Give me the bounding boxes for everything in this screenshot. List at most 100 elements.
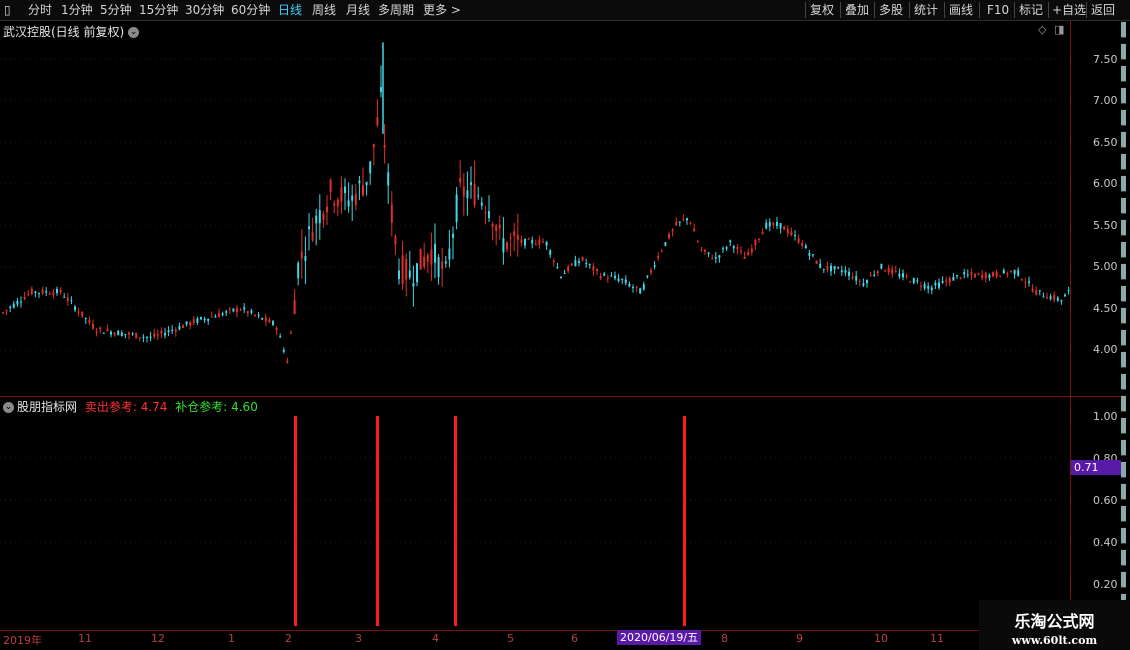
tab-daily[interactable]: 日线 <box>278 2 302 18</box>
add-watchlist-button[interactable]: +自选 <box>1052 2 1086 18</box>
price-label: 4.50 <box>1093 302 1118 315</box>
candle-body <box>318 210 321 224</box>
candle-body <box>750 248 753 253</box>
time-axis-line <box>0 630 1121 631</box>
draw-line-button[interactable]: 画线 <box>949 2 973 18</box>
candle-body <box>502 238 505 253</box>
candle-body <box>650 270 652 273</box>
time-label: 1 <box>228 632 235 645</box>
candle-body <box>160 330 163 334</box>
candle-body <box>45 291 48 293</box>
candle-body <box>473 183 476 206</box>
tab-30min[interactable]: 30分钟 <box>185 2 224 18</box>
candle-body <box>275 328 278 331</box>
candle-body <box>480 202 483 206</box>
tab-1min[interactable]: 1分钟 <box>61 2 93 18</box>
candle-body <box>639 288 642 294</box>
back-button[interactable]: 返回 <box>1091 2 1115 18</box>
candle-body <box>740 250 742 252</box>
candle-body <box>452 233 454 238</box>
statistics-button[interactable]: 统计 <box>914 2 938 18</box>
candle-body <box>308 226 310 230</box>
candle-body <box>462 186 465 197</box>
candle-body <box>567 266 570 272</box>
candle-body <box>545 241 548 246</box>
time-label: 3 <box>355 632 362 645</box>
price-label: 6.50 <box>1093 136 1118 149</box>
candle-body <box>632 287 634 289</box>
tab-monthly[interactable]: 月线 <box>346 2 370 18</box>
candle-body <box>412 282 415 287</box>
candle-body <box>707 252 710 254</box>
tab-weekly[interactable]: 周线 <box>312 2 336 18</box>
price-label: 7.50 <box>1093 53 1118 66</box>
candle-body <box>380 87 382 92</box>
candle-body <box>196 318 199 323</box>
candle-body <box>74 306 76 311</box>
candle-body <box>527 238 530 240</box>
candle-body <box>916 280 919 282</box>
candle-body <box>56 288 58 294</box>
candle-body <box>826 266 829 270</box>
indicator-title[interactable]: ⌄ 股朋指标网 卖出参考: 4.74 补仓参考: 4.60 <box>3 398 258 415</box>
overlay-button[interactable]: 叠加 <box>845 2 869 18</box>
toggle-panel-icon[interactable]: ▯ <box>4 2 11 18</box>
candle-body <box>426 255 429 262</box>
candle-body <box>254 314 256 316</box>
candle-body <box>844 270 847 273</box>
tab-fenshi[interactable]: 分时 <box>28 2 52 18</box>
candle-body <box>603 273 606 276</box>
candle-body <box>920 285 922 287</box>
watermark-title: 乐淘公式网 <box>1014 612 1095 631</box>
candle-body <box>1010 270 1012 272</box>
candle-body <box>761 232 764 235</box>
candle-body <box>297 262 300 279</box>
candle-body <box>156 333 159 336</box>
candle-body <box>142 336 145 338</box>
candle-body <box>1042 296 1045 298</box>
tab-15min[interactable]: 15分钟 <box>139 2 178 18</box>
price-label: 4.00 <box>1093 343 1118 356</box>
buy-reference: 补仓参考: 4.60 <box>175 400 258 414</box>
f10-button[interactable]: F10 <box>987 2 1009 18</box>
price-label: 5.50 <box>1093 219 1118 232</box>
candle-body <box>48 293 51 295</box>
time-label: 11 <box>930 632 944 645</box>
candle-body <box>120 332 123 337</box>
mark-button[interactable]: 标记 <box>1019 2 1043 18</box>
candle-body <box>153 333 156 337</box>
candle-body <box>41 289 44 294</box>
candle-body <box>1035 290 1038 295</box>
candle-body <box>729 240 732 243</box>
fuquan-button[interactable]: 复权 <box>810 2 834 18</box>
indicator-name: 股朋指标网 <box>17 400 78 414</box>
candle-body <box>624 279 627 284</box>
candle-body <box>574 260 577 267</box>
candle-body <box>228 308 231 310</box>
tab-5min[interactable]: 5分钟 <box>100 2 132 18</box>
candle-body <box>1028 281 1030 284</box>
candle-body <box>596 269 598 271</box>
candle-body <box>117 330 120 336</box>
candle-body <box>63 296 66 298</box>
candle-body <box>804 245 807 249</box>
chevron-down-icon[interactable]: ⌄ <box>3 402 14 413</box>
candle-body <box>185 321 188 325</box>
tab-multi-period[interactable]: 多周期 <box>378 2 414 18</box>
candle-body <box>704 249 706 252</box>
candle-body <box>563 273 566 275</box>
candlestick-chart[interactable] <box>0 20 1070 630</box>
candle-body <box>434 243 436 263</box>
candle-body <box>268 319 271 323</box>
candle-body <box>84 317 87 319</box>
time-label: 2019年 <box>3 634 42 647</box>
candle-body <box>758 238 760 240</box>
candle-body <box>1056 297 1059 301</box>
multi-stock-button[interactable]: 多股 <box>879 2 903 18</box>
candle-body <box>1031 288 1034 292</box>
tab-60min[interactable]: 60分钟 <box>231 2 270 18</box>
time-label: 11 <box>78 632 92 645</box>
candle-body <box>862 283 865 286</box>
tab-more[interactable]: 更多 > <box>423 2 461 18</box>
candle-body <box>653 265 656 267</box>
